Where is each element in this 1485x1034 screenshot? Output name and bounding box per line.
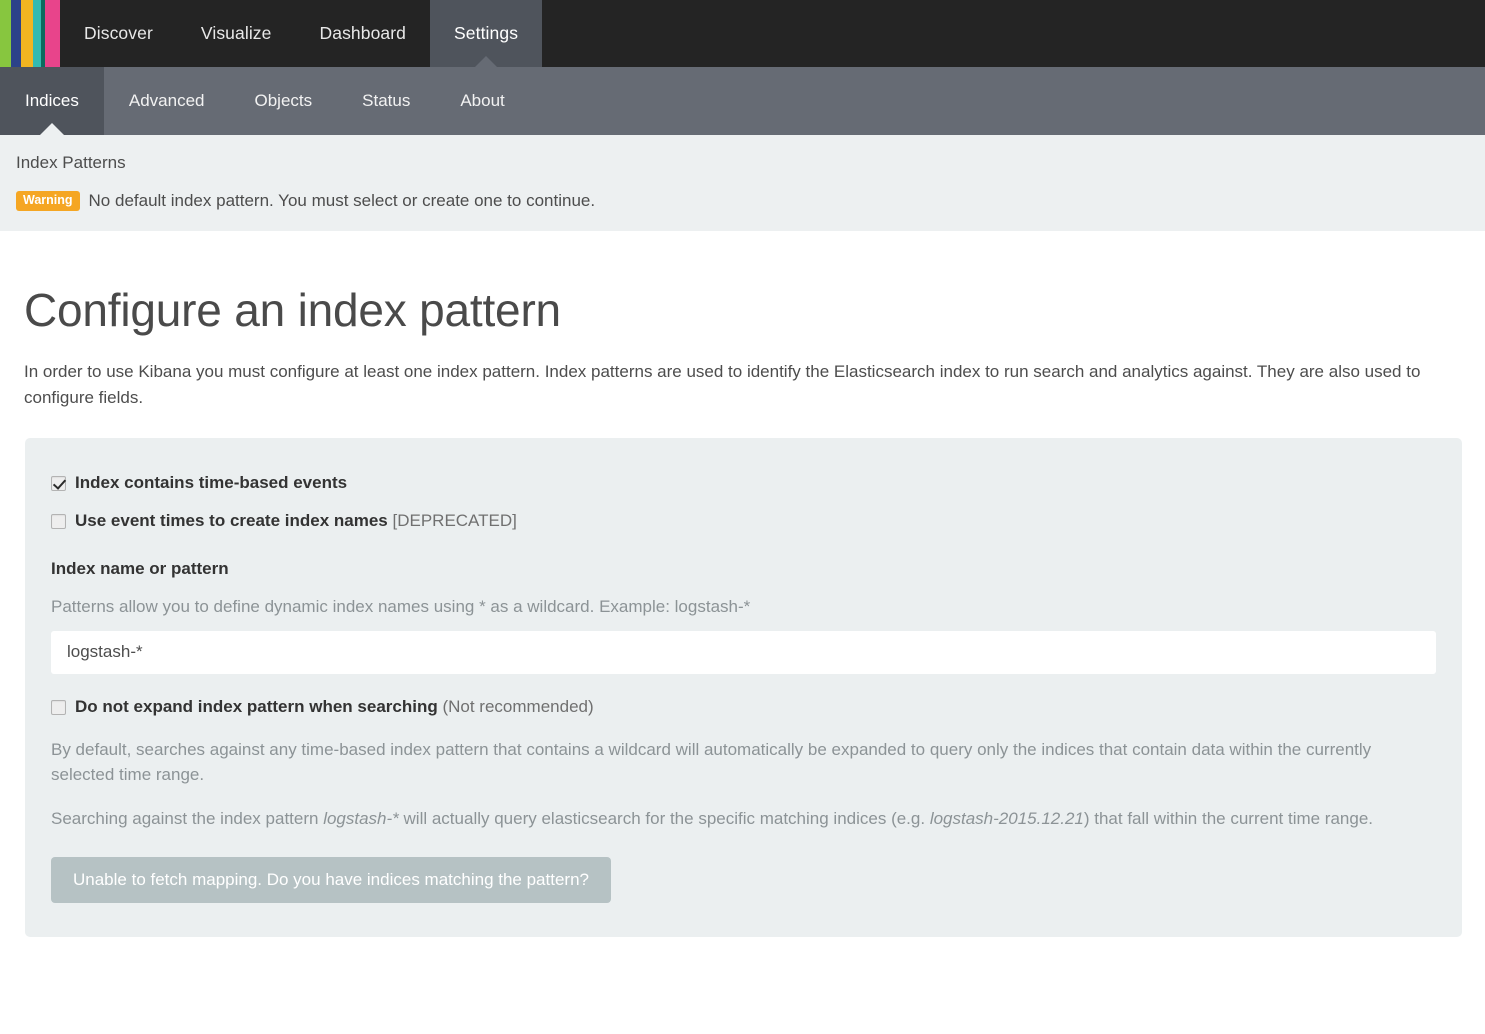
tab-label: Status <box>362 91 411 110</box>
nav-item-list: Discover Visualize Dashboard Settings <box>60 0 543 67</box>
no-expand-checkbox[interactable] <box>51 699 66 715</box>
time-based-events-label: Index contains time-based events <box>75 473 348 492</box>
tab-label: About <box>460 91 505 110</box>
search-explainer-example-index: logstash-2015.12.21 <box>929 808 1084 828</box>
logo-stripe-pink <box>44 0 60 67</box>
page-description: In order to use Kibana you must configur… <box>24 362 1421 407</box>
event-times-label-text: Use event times to create index names <box>75 510 388 530</box>
nav-item-visualize[interactable]: Visualize <box>177 0 296 67</box>
logo-stripe-green <box>0 0 12 67</box>
main-content: Configure an index pattern In order to u… <box>0 231 1485 938</box>
not-recommended-tag: (Not recommended) <box>442 696 594 716</box>
create-index-pattern-button[interactable]: Unable to fetch mapping. Do you have ind… <box>51 857 611 904</box>
status-badge: Warning <box>16 191 80 211</box>
event-times-checkbox[interactable] <box>51 513 66 529</box>
tab-label: Advanced <box>128 91 205 110</box>
search-explainer-pattern: logstash-* <box>323 808 399 828</box>
search-explainer-part3: ) that fall within the current time rang… <box>1083 808 1374 828</box>
nav-item-label: Discover <box>84 23 153 43</box>
index-name-hint: Patterns allow you to define dynamic ind… <box>51 596 751 616</box>
time-based-events-checkbox[interactable] <box>51 476 66 491</box>
tab-indices[interactable]: Indices <box>0 67 104 135</box>
logo-stripe-yellow <box>21 0 33 67</box>
tab-label: Indices <box>25 91 79 110</box>
breadcrumb: Index Patterns <box>16 153 126 172</box>
top-navbar: Discover Visualize Dashboard Settings <box>0 0 1485 67</box>
warning-banner: Warning No default index pattern. You mu… <box>0 191 1485 211</box>
active-tab-notch-icon <box>475 56 498 67</box>
tab-status[interactable]: Status <box>337 67 435 135</box>
settings-subnav: Indices Advanced Objects Status About <box>0 67 1485 135</box>
time-based-events-row[interactable]: Index contains time-based events <box>51 472 1436 495</box>
event-times-label: Use event times to create index names [D… <box>75 510 517 533</box>
warning-message: No default index pattern. You must selec… <box>88 191 596 210</box>
nav-item-label: Visualize <box>200 23 272 43</box>
deprecated-tag: [DEPRECATED] <box>392 510 517 530</box>
expand-explainer: By default, searches against any time-ba… <box>51 739 1372 785</box>
no-expand-row[interactable]: Do not expand index pattern when searchi… <box>51 696 1436 719</box>
notification-strip: Index Patterns Warning No default index … <box>0 135 1485 231</box>
event-times-row[interactable]: Use event times to create index names [D… <box>51 510 1436 533</box>
nav-item-label: Dashboard <box>319 23 407 43</box>
tab-advanced[interactable]: Advanced <box>104 67 230 135</box>
search-explainer-part1: Searching against the index pattern <box>51 808 324 828</box>
logo-stripe-blue <box>11 0 22 67</box>
no-expand-label-text: Do not expand index pattern when searchi… <box>75 696 438 716</box>
nav-item-dashboard[interactable]: Dashboard <box>296 0 431 67</box>
active-subtab-notch-icon <box>39 123 64 135</box>
tab-about[interactable]: About <box>435 67 529 135</box>
nav-item-settings[interactable]: Settings <box>430 0 543 67</box>
kibana-logo-icon <box>0 0 60 67</box>
page-title: Configure an index pattern <box>24 284 561 336</box>
index-pattern-form-panel: Index contains time-based events Use eve… <box>25 438 1462 938</box>
logo-stripe-teal <box>32 0 42 67</box>
search-explainer: Searching against the index pattern logs… <box>51 806 1431 832</box>
nav-item-discover[interactable]: Discover <box>60 0 177 67</box>
tab-objects[interactable]: Objects <box>230 67 338 135</box>
tab-label: Objects <box>254 91 313 110</box>
no-expand-label: Do not expand index pattern when searchi… <box>75 696 594 719</box>
index-name-label: Index name or pattern <box>51 558 229 578</box>
index-pattern-input[interactable] <box>51 630 1436 674</box>
nav-item-label: Settings <box>454 23 519 43</box>
search-explainer-part2: will actually query elasticsearch for th… <box>398 808 930 828</box>
